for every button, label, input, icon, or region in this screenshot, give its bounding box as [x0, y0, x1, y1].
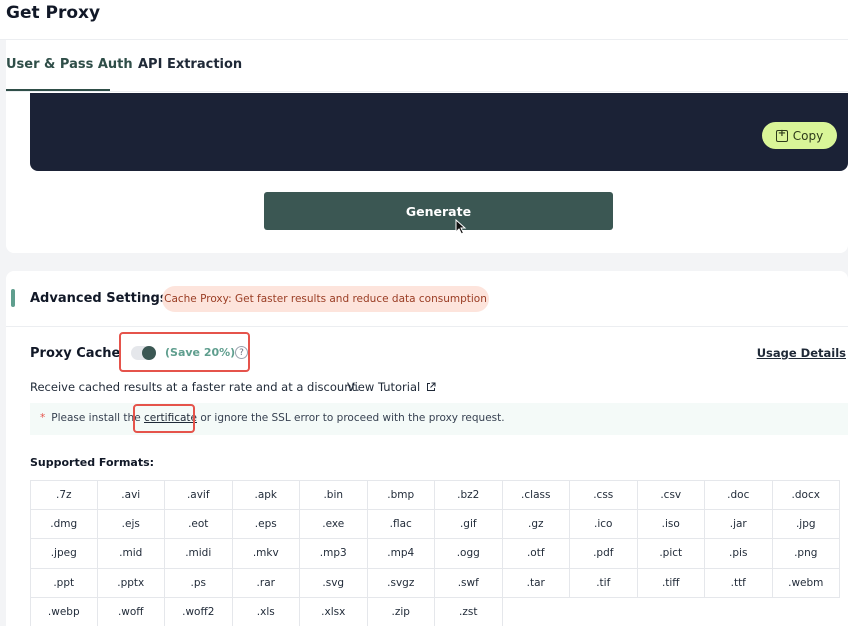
required-asterisk: * [40, 412, 46, 424]
format-cell: .csv [637, 480, 705, 510]
save-percentage-text: (Save 20%) [165, 346, 236, 359]
format-cell: .gz [502, 509, 570, 539]
certificate-notice: * Please install the certificate or ignor… [30, 403, 848, 435]
format-cell: .apk [232, 480, 300, 510]
tab-api-extraction[interactable]: API Extraction [138, 57, 242, 72]
page-title: Get Proxy [6, 3, 101, 23]
format-cell: .zst [435, 598, 503, 626]
copy-label: Copy [792, 128, 824, 143]
proxy-cache-description: Receive cached results at a faster rate … [30, 380, 360, 394]
format-cell: .bz2 [435, 480, 503, 510]
format-cell: .ogg [435, 539, 503, 569]
supported-formats-title: Supported Formats: [30, 456, 155, 469]
format-cell: .exe [300, 509, 368, 539]
tab-user-pass-auth[interactable]: User & Pass Auth [6, 57, 133, 72]
format-cell: .png [772, 539, 840, 569]
format-cell: .svg [300, 568, 368, 598]
external-link-icon [427, 382, 436, 391]
format-cell: .flac [367, 509, 435, 539]
advanced-settings-title: Advanced Settings [30, 291, 168, 306]
certificate-link[interactable]: certificate [144, 412, 197, 424]
format-cell: .pict [637, 539, 705, 569]
format-cell: .mid [97, 539, 165, 569]
format-cell: .docx [772, 480, 840, 510]
format-cell: .svgz [367, 568, 435, 598]
format-cell: .otf [502, 539, 570, 569]
toggle-knob [142, 346, 156, 360]
view-tutorial-label: View Tutorial [347, 380, 421, 394]
format-cell: .woff2 [165, 598, 233, 626]
format-cell: .css [570, 480, 638, 510]
formats-grid: .7z .avi .avif .apk .bin .bmp .bz2 .class .css .c… [30, 480, 840, 626]
format-cell: .avi [97, 480, 165, 510]
format-cell: .ttf [705, 568, 773, 598]
format-cell: .xlsx [300, 598, 368, 626]
format-cell: .webm [772, 568, 840, 598]
copy-button[interactable]: Copy [762, 122, 837, 149]
format-cell: .tar [502, 568, 570, 598]
section-divider [6, 326, 848, 327]
proxy-output-box: Copy [30, 93, 848, 171]
format-cell: .rar [232, 568, 300, 598]
format-cell: .webp [30, 598, 98, 626]
format-cell: .jpeg [30, 539, 98, 569]
view-tutorial-link[interactable]: View Tutorial [347, 380, 436, 394]
format-cell: .midi [165, 539, 233, 569]
format-cell: .jpg [772, 509, 840, 539]
format-cell: .pdf [570, 539, 638, 569]
top-bar: Get Proxy [0, 0, 848, 40]
format-cell: .bin [300, 480, 368, 510]
advanced-settings-card: Advanced Settings Cache Proxy: Get faste… [6, 271, 848, 626]
format-cell: .7z [30, 480, 98, 510]
format-cell: .ejs [97, 509, 165, 539]
format-cell: .mkv [232, 539, 300, 569]
format-cell: .eot [165, 509, 233, 539]
notice-before: Please install the [51, 412, 144, 424]
proxy-cache-highlight: (Save 20%) ? [119, 332, 250, 372]
format-cell: .xls [233, 598, 300, 626]
format-cell: .dmg [30, 509, 98, 539]
cache-proxy-badge: Cache Proxy: Get faster results and redu… [162, 286, 489, 312]
format-cell: .class [502, 480, 570, 510]
tabs-divider [6, 91, 848, 92]
format-cell: .ico [570, 509, 638, 539]
format-cell: .doc [705, 480, 773, 510]
format-cell: .iso [637, 509, 705, 539]
format-cell: .zip [368, 598, 435, 626]
generate-button[interactable]: Generate [264, 192, 613, 230]
format-cell: .swf [435, 568, 503, 598]
format-cell: .pis [705, 539, 773, 569]
usage-details-link[interactable]: Usage Details [757, 346, 846, 360]
format-cell: .bmp [367, 480, 435, 510]
format-cell: .eps [232, 509, 300, 539]
format-cell: .pptx [97, 568, 165, 598]
notice-text: * Please install the certificate or ignor… [40, 412, 505, 424]
section-accent-bar [11, 289, 15, 307]
format-cell: .tiff [637, 568, 705, 598]
format-cell: .mp4 [367, 539, 435, 569]
format-cell: .ps [165, 568, 233, 598]
format-cell: .tif [570, 568, 638, 598]
help-icon[interactable]: ? [235, 346, 248, 359]
copy-icon [775, 128, 788, 142]
format-cell: .woff [98, 598, 165, 626]
format-cell: .jar [705, 509, 773, 539]
format-cell: .gif [435, 509, 503, 539]
proxy-cache-toggle[interactable] [131, 346, 156, 360]
mouse-cursor-icon [455, 219, 467, 235]
format-cell: .ppt [30, 568, 98, 598]
format-cell: .mp3 [300, 539, 368, 569]
notice-after: or ignore the SSL error to proceed with … [196, 412, 505, 424]
proxy-config-card: User & Pass Auth API Extraction Copy Gen… [6, 40, 848, 253]
proxy-cache-label: Proxy Cache [30, 346, 121, 361]
format-cell: .avif [165, 480, 233, 510]
